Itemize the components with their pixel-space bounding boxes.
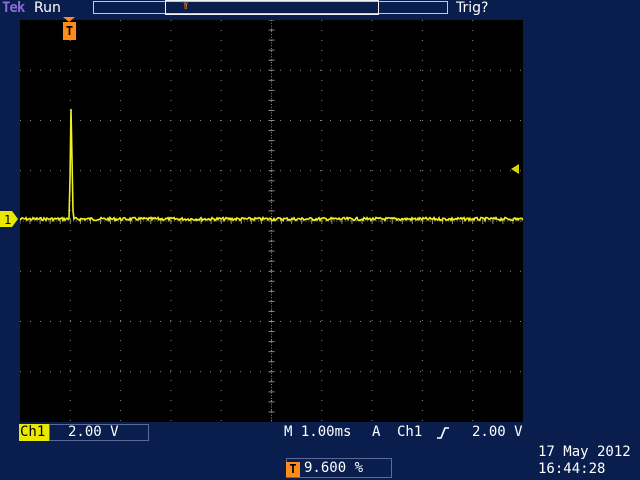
acquisition-state[interactable]: Run (34, 0, 61, 16)
trigger-record-marker-icon: ℽ (181, 0, 190, 10)
trigger-position-marker[interactable]: T (63, 22, 76, 40)
brand-logo: Tek (2, 0, 25, 16)
rising-edge-icon (437, 427, 449, 439)
record-view-window[interactable] (165, 0, 379, 15)
ch1-vertical-scale[interactable]: 2.00 V (68, 424, 119, 441)
ch1-ground-marker[interactable]: 1 (0, 211, 18, 227)
trigger-mode: A (372, 424, 381, 440)
graticule-and-trace (20, 20, 523, 422)
date-readout: 17 May 2012 (538, 444, 631, 460)
waveform-display[interactable] (20, 20, 523, 422)
trigger-position-badge: T (286, 462, 300, 477)
ch1-marker-label: 1 (4, 213, 11, 227)
trigger-position-percent[interactable]: 9.600 % (304, 460, 363, 477)
trigger-level-marker-icon[interactable] (511, 164, 519, 174)
ch1-badge[interactable]: Ch1 (19, 424, 50, 441)
trigger-source[interactable]: Ch1 (397, 424, 422, 441)
trigger-level-readout[interactable]: 2.00 V (472, 424, 523, 441)
ch1-marker-icon: 1 (0, 211, 18, 227)
timebase-readout[interactable]: M 1.00ms (284, 424, 351, 441)
time-readout: 16:44:28 (538, 461, 606, 477)
trigger-status: Trig? (456, 0, 489, 16)
ch1-waveform-trace (20, 108, 523, 223)
